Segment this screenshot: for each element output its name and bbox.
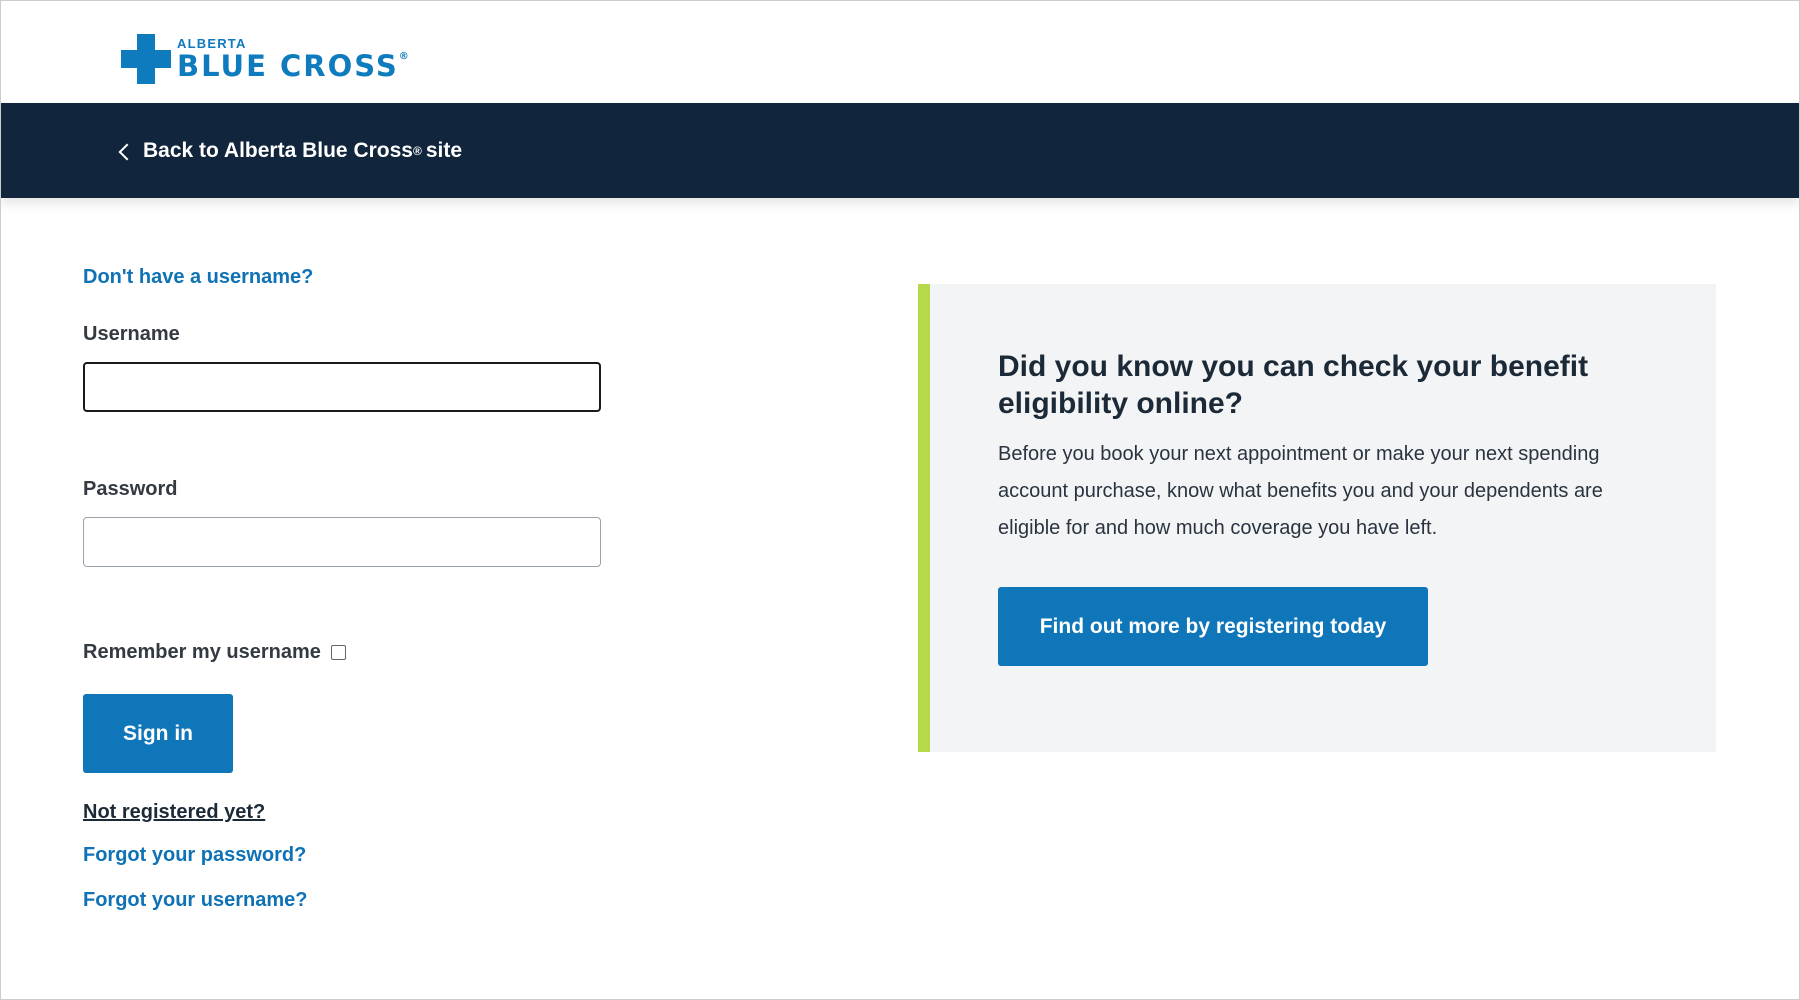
password-input[interactable]: [83, 517, 601, 567]
password-label: Password: [83, 478, 178, 500]
back-link-suffix: site: [425, 138, 462, 162]
chevron-left-icon: [118, 143, 136, 160]
back-to-site-link[interactable]: Back to Alberta Blue Cross ® site: [118, 103, 462, 198]
promo-title: Did you know you can check your benefit …: [998, 350, 1589, 420]
register-today-button[interactable]: Find out more by registering today: [998, 587, 1428, 666]
back-link-text: Back to Alberta Blue Cross: [143, 138, 413, 162]
logo-wordmark: ALBERTA BLUE CROSS®: [177, 37, 409, 81]
username-input[interactable]: [83, 362, 601, 412]
top-nav-bar: Back to Alberta Blue Cross ® site: [1, 103, 1799, 198]
benefit-eligibility-promo-card: Did you know you can check your benefit …: [918, 284, 1716, 752]
site-header: ALBERTA BLUE CROSS®: [1, 1, 1799, 103]
alberta-blue-cross-logo[interactable]: ALBERTA BLUE CROSS®: [121, 33, 409, 85]
sign-in-form: Don't have a username? Username Password…: [83, 266, 643, 912]
remember-username-row: Remember my username: [83, 641, 643, 664]
back-link-registered-mark: ®: [412, 143, 422, 158]
forgot-password-link[interactable]: Forgot your password?: [83, 844, 306, 867]
username-label: Username: [83, 323, 180, 345]
forgot-username-link[interactable]: Forgot your username?: [83, 889, 307, 912]
promo-body: Before you book your next appointment or…: [998, 443, 1603, 539]
blue-cross-logo-icon: [121, 34, 171, 84]
sign-in-button[interactable]: Sign in: [83, 694, 233, 773]
logo-big-text: BLUE CROSS®: [177, 49, 409, 83]
logo-registered-mark: ®: [398, 51, 409, 62]
page-frame: ALBERTA BLUE CROSS® Back to Alberta Blue…: [0, 0, 1800, 1000]
remember-username-label: Remember my username: [83, 641, 321, 663]
dont-have-username-link[interactable]: Don't have a username?: [83, 266, 313, 289]
remember-username-checkbox[interactable]: [330, 645, 346, 660]
not-registered-link[interactable]: Not registered yet?: [83, 801, 265, 824]
help-links: Not registered yet? Forgot your password…: [83, 801, 643, 912]
